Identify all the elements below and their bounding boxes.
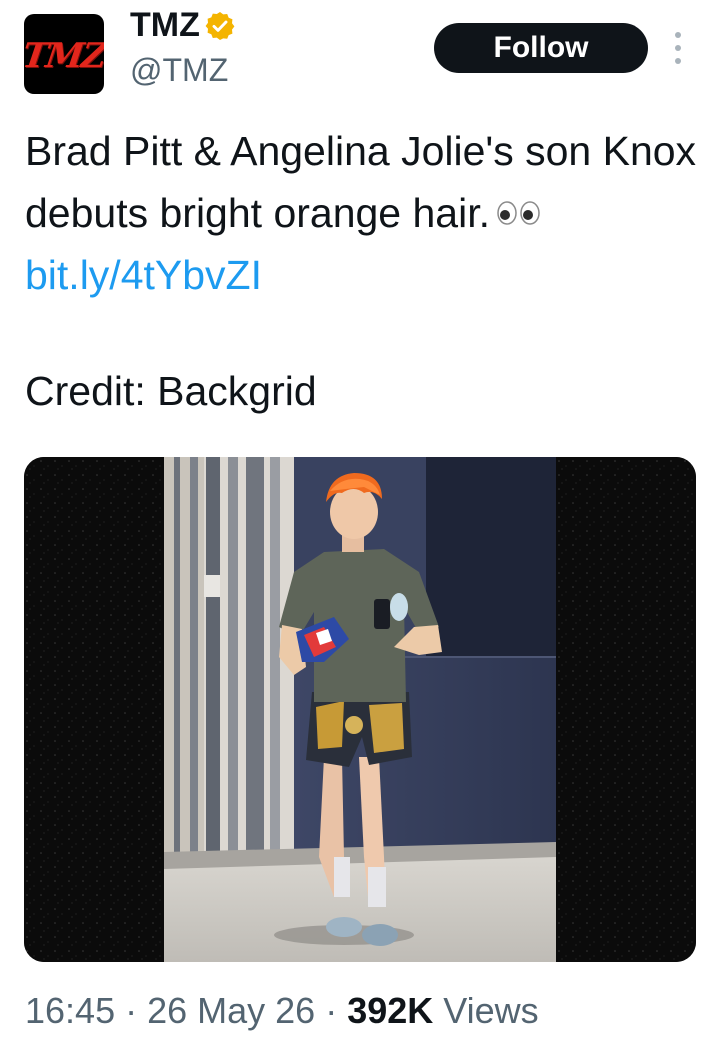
verified-badge-icon[interactable] [204,10,236,42]
views-label: Views [443,990,539,1031]
tweet-link[interactable]: bit.ly/4tYbvZI [25,252,262,298]
meta-separator: · [315,990,348,1031]
views-count: 392K [347,990,434,1031]
photo-credit: Credit: Backgrid [25,368,317,414]
more-dot [675,45,681,51]
display-name-row[interactable]: TMZ [130,6,236,45]
user-handle[interactable]: @TMZ [130,52,228,89]
tweet-time[interactable]: 16:45 [25,990,115,1031]
tweet-date[interactable]: 26 May 26 [147,990,315,1031]
photo-illustration [24,457,696,962]
tweet-header: TMZ TMZ @TMZ Follow [0,0,720,110]
more-dot [675,32,681,38]
tweet-meta: 16:45 · 26 May 26 · 392K Views [25,990,539,1032]
follow-button[interactable]: Follow [434,23,648,73]
display-name[interactable]: TMZ [130,6,200,45]
eyes-emoji-icon [497,201,540,225]
tweet-text: Brad Pitt & Angelina Jolie's son Knox de… [25,120,705,306]
more-options-icon[interactable] [668,28,688,68]
avatar[interactable]: TMZ [24,14,104,94]
meta-separator: · [115,990,148,1031]
more-dot [675,58,681,64]
tmz-logo: TMZ [24,36,104,76]
tweet-body: Brad Pitt & Angelina Jolie's son Knox de… [25,128,697,236]
tweet-media-image[interactable] [24,457,696,962]
